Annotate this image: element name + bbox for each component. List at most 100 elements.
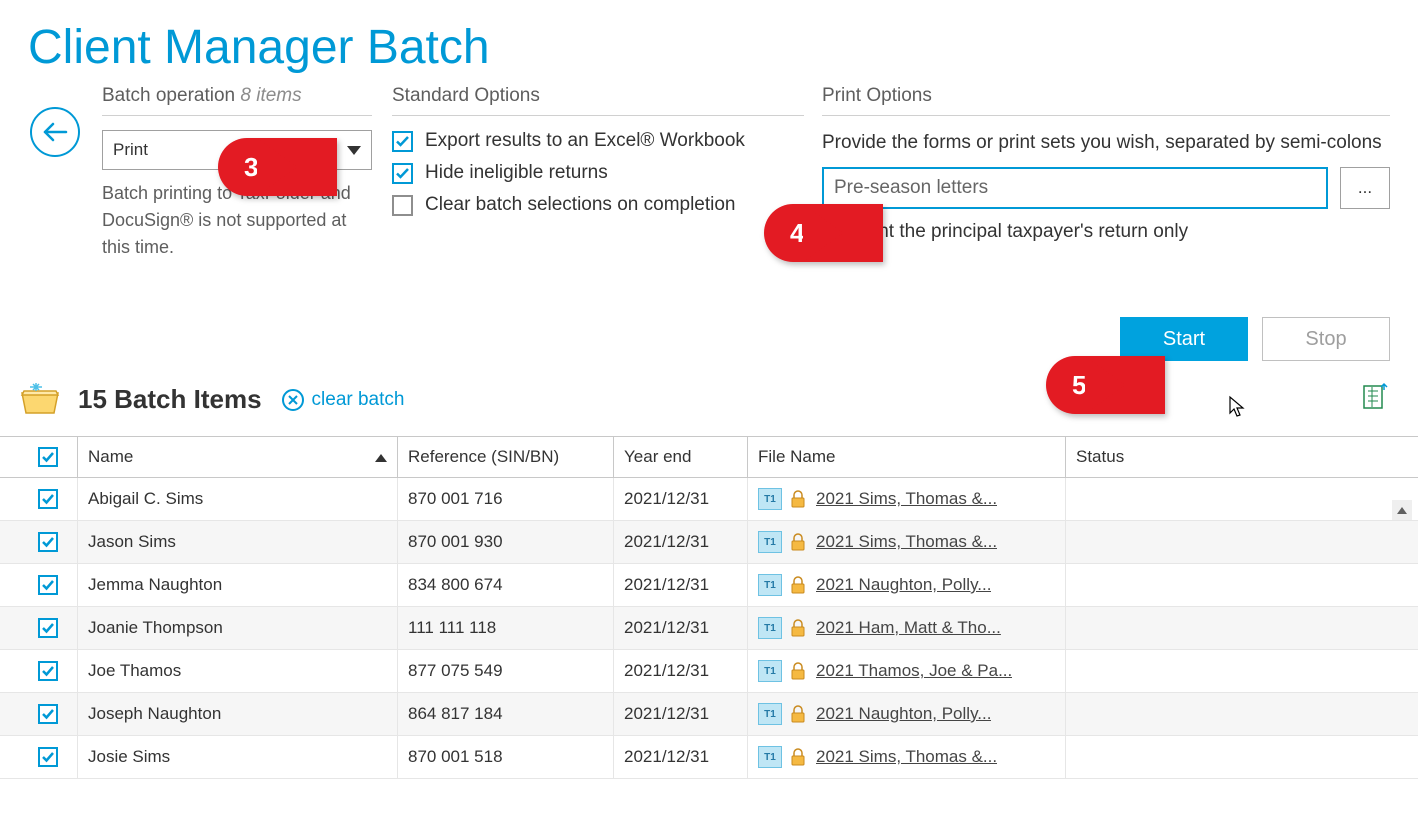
lock-icon [790, 619, 806, 637]
cell-filename: T1 2021 Sims, Thomas &... [748, 478, 1066, 520]
cell-reference: 870 001 518 [398, 736, 614, 778]
cell-name: Joseph Naughton [78, 693, 398, 735]
standard-option-label: Export results to an Excel® Workbook [425, 130, 745, 152]
lock-icon [790, 533, 806, 551]
t1-file-icon: T1 [758, 617, 782, 639]
cell-name: Josie Sims [78, 736, 398, 778]
clear-batch-label: clear batch [312, 389, 405, 411]
print-options-instruction: Provide the forms or print sets you wish… [822, 130, 1390, 157]
table-row[interactable]: Abigail C. Sims870 001 7162021/12/31T120… [0, 478, 1418, 521]
file-link[interactable]: 2021 Sims, Thomas &... [816, 747, 997, 767]
callout-5-label: 5 [1072, 370, 1086, 401]
column-yearend[interactable]: Year end [614, 437, 748, 477]
batch-operation-item-count: 8 items [240, 85, 301, 106]
file-link[interactable]: 2021 Thamos, Joe & Pa... [816, 661, 1012, 681]
standard-option-label: Hide ineligible returns [425, 162, 608, 184]
select-all-checkbox[interactable] [38, 447, 58, 467]
row-checkbox[interactable] [38, 532, 58, 552]
row-checkbox[interactable] [38, 661, 58, 681]
cell-status [1066, 650, 1418, 692]
batch-operation-label-text: Batch operation [102, 85, 235, 106]
table-header: Name Reference (SIN/BN) Year end File Na… [0, 437, 1418, 478]
t1-file-icon: T1 [758, 703, 782, 725]
cell-yearend: 2021/12/31 [614, 693, 748, 735]
batch-items-count: 15 Batch Items [78, 384, 262, 415]
cell-name: Jason Sims [78, 521, 398, 563]
column-filename[interactable]: File Name [748, 437, 1066, 477]
cursor-icon [1228, 395, 1248, 424]
table-row[interactable]: Joanie Thompson111 111 1182021/12/31T120… [0, 607, 1418, 650]
page-title: Client Manager Batch [28, 20, 1390, 75]
print-sets-input[interactable] [822, 167, 1328, 209]
excel-icon [1360, 382, 1390, 412]
back-button[interactable] [30, 107, 80, 157]
standard-option-label: Clear batch selections on completion [425, 194, 736, 216]
lock-icon [790, 705, 806, 723]
column-status[interactable]: Status [1066, 437, 1418, 477]
table-row[interactable]: Joseph Naughton864 817 1842021/12/31T120… [0, 693, 1418, 736]
cell-status [1066, 607, 1418, 649]
callout-4: 4 [764, 204, 883, 262]
row-checkbox[interactable] [38, 489, 58, 509]
standard-option-checkbox[interactable] [392, 195, 413, 216]
file-link[interactable]: 2021 Naughton, Polly... [816, 704, 991, 724]
t1-file-icon: T1 [758, 746, 782, 768]
cell-yearend: 2021/12/31 [614, 607, 748, 649]
browse-print-sets-button[interactable]: ... [1340, 167, 1390, 209]
table-row[interactable]: Josie Sims870 001 5182021/12/31 T1 2021 Si… [0, 736, 1418, 779]
cell-yearend: 2021/12/31 [614, 564, 748, 606]
standard-options-title: Standard Options [392, 85, 804, 116]
callout-3: 3 [218, 138, 337, 196]
file-link[interactable]: 2021 Ham, Matt & Tho... [816, 618, 1001, 638]
cell-yearend: 2021/12/31 [614, 521, 748, 563]
cell-filename: T1 2021 Sims, Thomas &... [748, 521, 1066, 563]
arrow-left-icon [42, 122, 68, 142]
box-icon [16, 377, 64, 422]
vertical-scrollbar[interactable] [1392, 500, 1412, 830]
column-name[interactable]: Name [78, 437, 398, 477]
chevron-down-icon [347, 140, 361, 160]
batch-items-table: Name Reference (SIN/BN) Year end File Na… [0, 436, 1418, 779]
row-checkbox[interactable] [38, 747, 58, 767]
cell-name: Joanie Thompson [78, 607, 398, 649]
row-checkbox[interactable] [38, 618, 58, 638]
column-reference[interactable]: Reference (SIN/BN) [398, 437, 614, 477]
cell-filename: T12021 Naughton, Polly... [748, 564, 1066, 606]
row-checkbox[interactable] [38, 704, 58, 724]
standard-option-checkbox[interactable] [392, 131, 413, 152]
cell-filename: T1 2021 Sims, Thomas &... [748, 736, 1066, 778]
cell-reference: 877 075 549 [398, 650, 614, 692]
cell-name: Jemma Naughton [78, 564, 398, 606]
column-filename-label: File Name [758, 447, 835, 467]
cell-yearend: 2021/12/31 [614, 478, 748, 520]
row-checkbox[interactable] [38, 575, 58, 595]
t1-file-icon: T1 [758, 531, 782, 553]
file-link[interactable]: 2021 Sims, Thomas &... [816, 532, 997, 552]
callout-3-label: 3 [244, 152, 258, 183]
table-row[interactable]: Joe Thamos877 075 5492021/12/31T12021 Th… [0, 650, 1418, 693]
lock-icon [790, 576, 806, 594]
file-link[interactable]: 2021 Sims, Thomas &... [816, 489, 997, 509]
table-row[interactable]: Jemma Naughton834 800 6742021/12/31T1202… [0, 564, 1418, 607]
callout-4-label: 4 [790, 218, 804, 249]
standard-option-checkbox[interactable] [392, 163, 413, 184]
cell-reference: 834 800 674 [398, 564, 614, 606]
cell-yearend: 2021/12/31 [614, 736, 748, 778]
cell-status [1066, 478, 1418, 520]
table-row[interactable]: Jason Sims870 001 9302021/12/31 T1 2021 Si… [0, 521, 1418, 564]
cell-filename: T1 2021 Ham, Matt & Tho... [748, 607, 1066, 649]
clear-batch-link[interactable]: clear batch [282, 389, 405, 411]
cell-reference: 870 001 930 [398, 521, 614, 563]
stop-button[interactable]: Stop [1262, 317, 1390, 361]
file-link[interactable]: 2021 Naughton, Polly... [816, 575, 991, 595]
batch-operation-label: Batch operation 8 items [102, 85, 372, 116]
column-name-label: Name [88, 447, 133, 467]
export-excel-button[interactable] [1360, 382, 1390, 417]
cell-name: Abigail C. Sims [78, 478, 398, 520]
start-button[interactable]: Start [1120, 317, 1248, 361]
scroll-up-button[interactable] [1392, 500, 1412, 520]
t1-file-icon: T1 [758, 488, 782, 510]
principal-only-label: Print the principal taxpayer's return on… [855, 221, 1188, 243]
cell-status [1066, 736, 1418, 778]
t1-file-icon: T1 [758, 660, 782, 682]
